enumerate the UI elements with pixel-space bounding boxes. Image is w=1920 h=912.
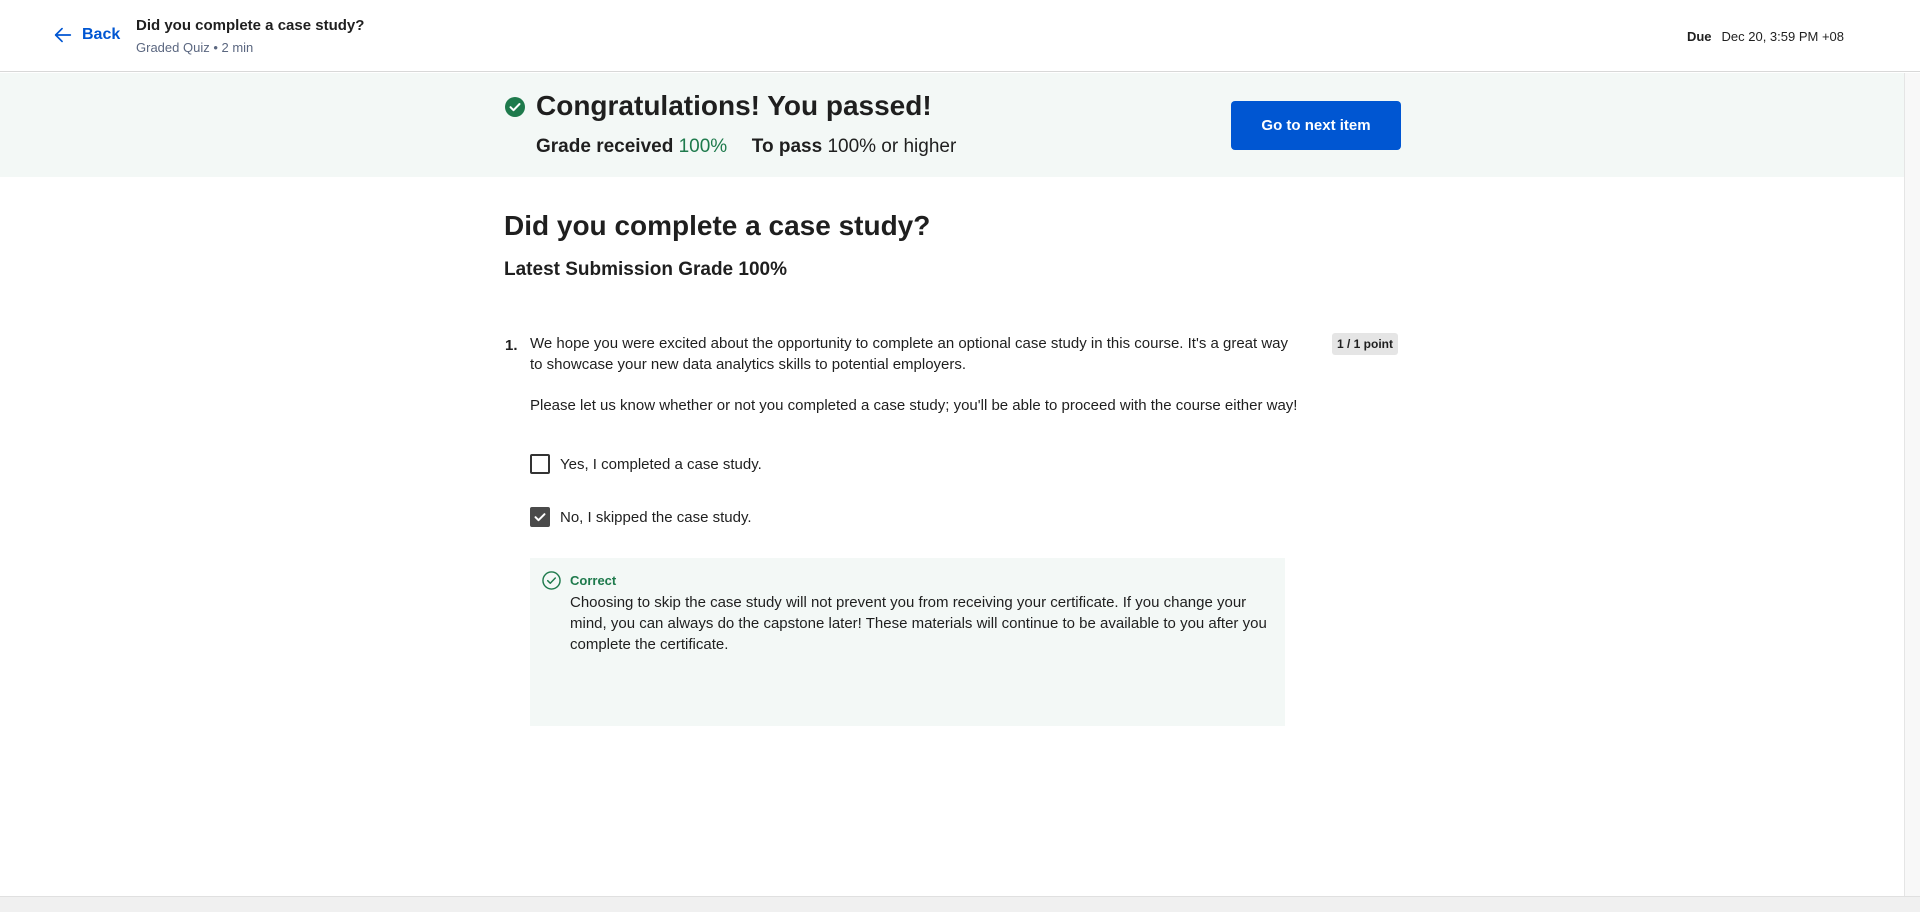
due-label: Due [1686, 29, 1712, 44]
arrow-left-icon [54, 27, 72, 43]
feedback-panel: Correct Choosing to skip the case study … [530, 558, 1285, 726]
check-circle-icon [505, 97, 525, 117]
grade-received-value: 100% [678, 136, 728, 157]
grade-summary: Grade received 100% To pass 100% or high… [536, 136, 956, 158]
option-label: Yes, I completed a case study. [560, 455, 762, 473]
points-badge: 1 / 1 point [1332, 333, 1399, 355]
top-header: Back Did you complete a case study? Grad… [0, 0, 1920, 72]
checkmark-icon [534, 513, 546, 522]
latest-submission-grade: Latest Submission Grade 100% [504, 259, 787, 280]
feedback-label: Correct [570, 573, 617, 588]
pass-title: Congratulations! You passed! [536, 90, 932, 121]
option-label: No, I skipped the case study. [560, 508, 752, 526]
horizontal-scrollbar[interactable] [0, 896, 1920, 912]
pass-banner: Congratulations! You passed! Grade recei… [0, 73, 1904, 177]
question-number: 1. [505, 337, 518, 354]
back-label: Back [82, 26, 121, 43]
header-subtitle: Graded Quiz • 2 min [136, 40, 254, 55]
page-title: Did you complete a case study? [504, 210, 931, 241]
vertical-scrollbar[interactable] [1904, 73, 1920, 896]
feedback-text: Choosing to skip the case study will not… [570, 594, 1267, 653]
check-circle-outline-icon [542, 571, 561, 590]
question-instruction: Please let us know whether or not you co… [530, 397, 1298, 414]
header-title: Did you complete a case study? [136, 17, 365, 34]
go-to-next-item-button[interactable]: Go to next item [1231, 101, 1401, 150]
option-yes[interactable]: Yes, I completed a case study. [530, 454, 762, 474]
checkbox-checked[interactable] [530, 507, 550, 527]
due-date: Due Dec 20, 3:59 PM +08 [1687, 29, 1844, 44]
due-value: Dec 20, 3:59 PM +08 [1721, 29, 1845, 44]
checkbox-unchecked[interactable] [530, 454, 550, 474]
option-no[interactable]: No, I skipped the case study. [530, 507, 752, 527]
back-button[interactable]: Back [52, 24, 120, 46]
question-text: We hope you were excited about the oppor… [530, 335, 1289, 373]
grade-received-label: Grade received [536, 136, 674, 157]
to-pass-label: To pass [751, 136, 823, 157]
to-pass-value: 100% or higher [827, 136, 957, 157]
